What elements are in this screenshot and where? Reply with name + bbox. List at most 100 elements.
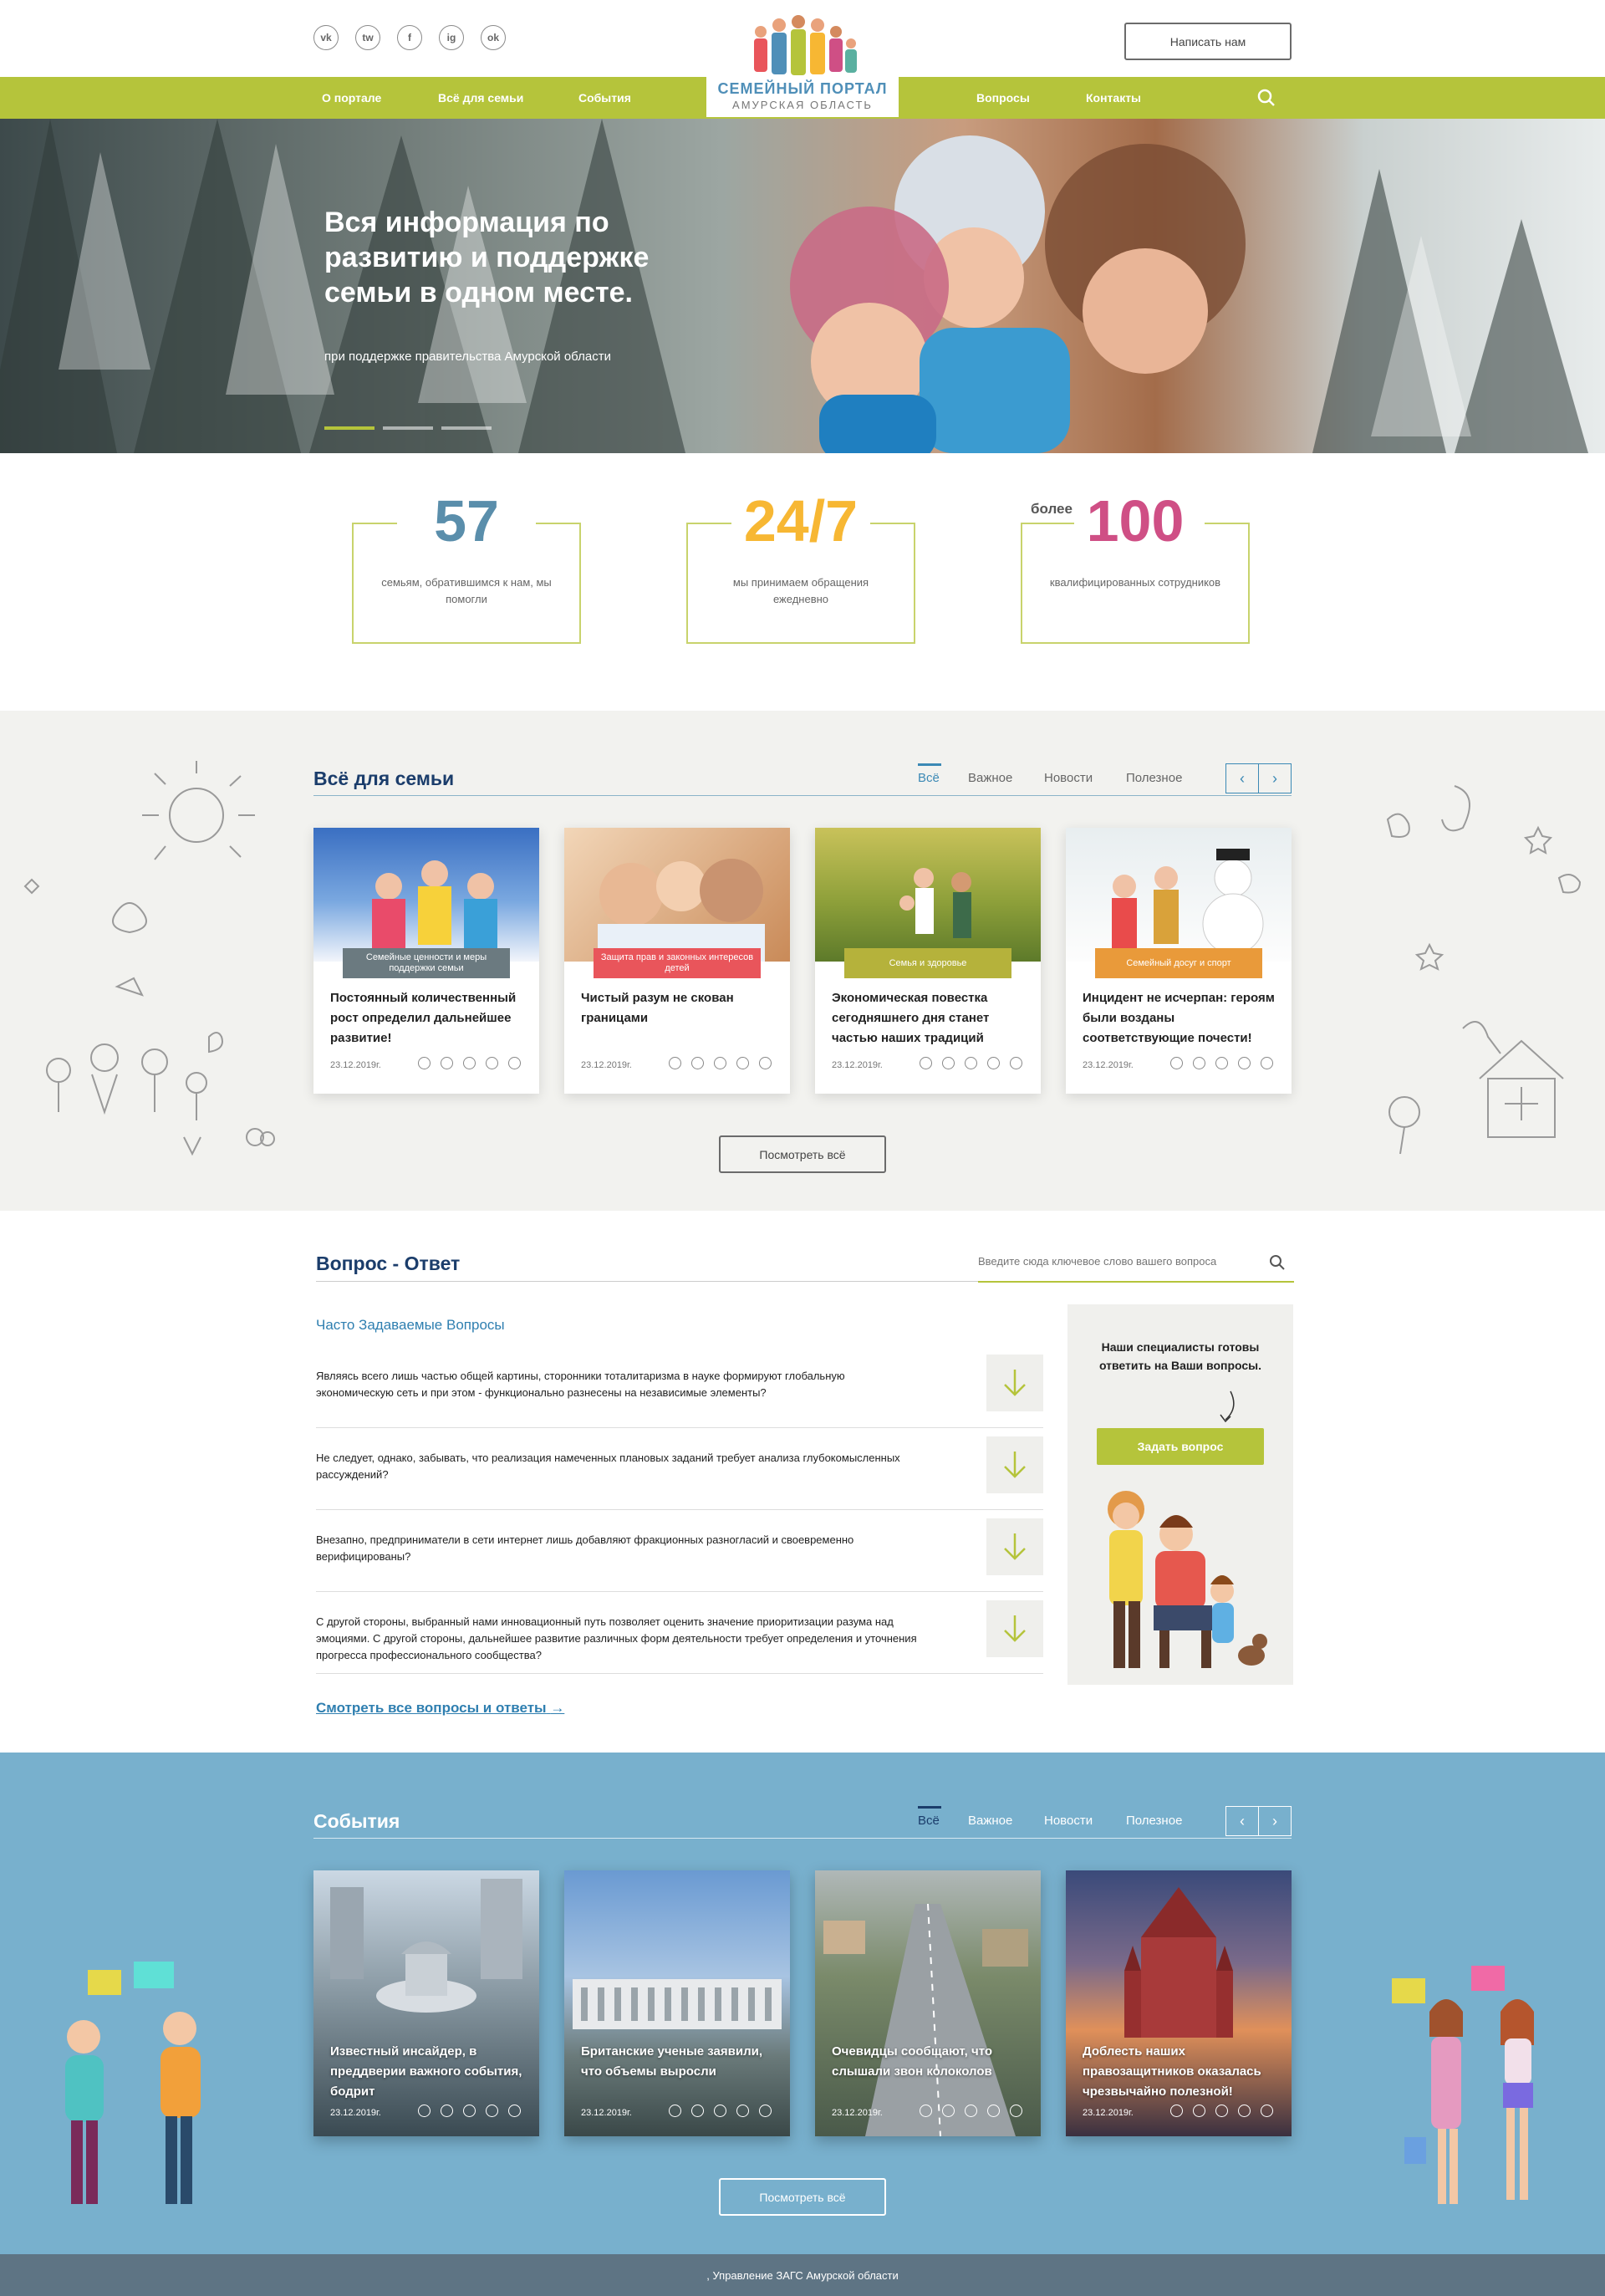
- share-vk-icon[interactable]: [1170, 1057, 1183, 1069]
- card-title[interactable]: Постоянный количественный рост определил…: [330, 988, 527, 1049]
- share-ok-icon[interactable]: [1261, 1057, 1273, 1069]
- see-all-family-button[interactable]: Посмотреть всё: [719, 1135, 886, 1173]
- share-facebook-icon[interactable]: [1215, 2105, 1228, 2117]
- event-card[interactable]: Известный инсайдер, в преддверии важного…: [313, 1870, 539, 2136]
- faq-item[interactable]: С другой стороны, выбранный нами инновац…: [316, 1600, 1043, 1674]
- expand-arrow-icon[interactable]: [986, 1600, 1043, 1657]
- share-twitter-icon[interactable]: [691, 2105, 704, 2117]
- share-twitter-icon[interactable]: [942, 2105, 955, 2117]
- event-card[interactable]: Очевидцы сообщают, что слышали звон коло…: [815, 1870, 1041, 2136]
- slider-dot[interactable]: [441, 426, 492, 430]
- share-twitter-icon[interactable]: [441, 2105, 453, 2117]
- share-ok-icon[interactable]: [1010, 2105, 1022, 2117]
- site-logo[interactable]: СЕМЕЙНЫЙ ПОРТАЛ АМУРСКАЯ ОБЛАСТЬ: [706, 8, 899, 117]
- faq-item[interactable]: Являясь всего лишь частью общей картины,…: [316, 1355, 1043, 1428]
- share-vk-icon[interactable]: [920, 1057, 932, 1069]
- all-questions-link[interactable]: Смотреть все вопросы и ответы →: [316, 1700, 564, 1717]
- event-title[interactable]: Британские ученые заявили, что объемы вы…: [581, 2042, 777, 2082]
- slider-dot[interactable]: [324, 426, 374, 430]
- nav-contacts[interactable]: Контакты: [1086, 77, 1141, 119]
- share-vk-icon[interactable]: [669, 2105, 681, 2117]
- card-title[interactable]: Чистый разум не скован границами: [581, 988, 777, 1028]
- card-title[interactable]: Экономическая повестка сегодняшнего дня …: [832, 988, 1028, 1049]
- news-card[interactable]: Защита прав и законных интересов детей Ч…: [564, 828, 790, 1094]
- share-twitter-icon[interactable]: [441, 1057, 453, 1069]
- instagram-icon[interactable]: ig: [439, 25, 464, 50]
- next-arrow-icon[interactable]: ›: [1258, 763, 1292, 793]
- faq-item[interactable]: Внезапно, предприниматели в сети интерне…: [316, 1518, 1043, 1592]
- event-card[interactable]: Британские ученые заявили, что объемы вы…: [564, 1870, 790, 2136]
- ask-question-button[interactable]: Задать вопрос: [1097, 1428, 1264, 1465]
- share-ok-icon[interactable]: [759, 1057, 772, 1069]
- card-title[interactable]: Инцидент не исчерпан: героям были воздан…: [1083, 988, 1279, 1049]
- news-card[interactable]: Семья и здоровье Экономическая повестка …: [815, 828, 1041, 1094]
- share-twitter-icon[interactable]: [942, 1057, 955, 1069]
- share-facebook-icon[interactable]: [1215, 1057, 1228, 1069]
- share-instagram-icon[interactable]: [486, 1057, 498, 1069]
- vk-icon[interactable]: vk: [313, 25, 339, 50]
- nav-questions[interactable]: Вопросы: [976, 77, 1030, 119]
- share-instagram-icon[interactable]: [987, 1057, 1000, 1069]
- events-prev-arrow-icon[interactable]: ‹: [1225, 1806, 1259, 1836]
- share-twitter-icon[interactable]: [1193, 2105, 1205, 2117]
- share-vk-icon[interactable]: [920, 2105, 932, 2117]
- see-all-events-button[interactable]: Посмотреть всё: [719, 2178, 886, 2216]
- expand-arrow-icon[interactable]: [986, 1355, 1043, 1411]
- facebook-icon[interactable]: f: [397, 25, 422, 50]
- share-instagram-icon[interactable]: [486, 2105, 498, 2117]
- twitter-icon[interactable]: tw: [355, 25, 380, 50]
- all-questions-link-text[interactable]: Смотреть все вопросы и ответы: [316, 1700, 547, 1716]
- tab-all[interactable]: Всё: [918, 771, 940, 785]
- share-ok-icon[interactable]: [508, 2105, 521, 2117]
- share-twitter-icon[interactable]: [1193, 1057, 1205, 1069]
- share-instagram-icon[interactable]: [987, 2105, 1000, 2117]
- share-facebook-icon[interactable]: [463, 2105, 476, 2117]
- share-vk-icon[interactable]: [669, 1057, 681, 1069]
- nav-events[interactable]: События: [578, 77, 631, 119]
- share-instagram-icon[interactable]: [1238, 2105, 1251, 2117]
- share-twitter-icon[interactable]: [691, 1057, 704, 1069]
- nav-about[interactable]: О портале: [322, 77, 381, 119]
- event-title[interactable]: Очевидцы сообщают, что слышали звон коло…: [832, 2042, 1028, 2082]
- share-facebook-icon[interactable]: [714, 2105, 726, 2117]
- share-facebook-icon[interactable]: [714, 1057, 726, 1069]
- nav-family[interactable]: Всё для семьи: [438, 77, 523, 119]
- events-next-arrow-icon[interactable]: ›: [1258, 1806, 1292, 1836]
- share-vk-icon[interactable]: [1170, 2105, 1183, 2117]
- events-tab-useful[interactable]: Полезное: [1126, 1814, 1182, 1828]
- share-ok-icon[interactable]: [508, 1057, 521, 1069]
- events-tab-important[interactable]: Важное: [968, 1814, 1012, 1828]
- share-facebook-icon[interactable]: [965, 1057, 977, 1069]
- share-ok-icon[interactable]: [759, 2105, 772, 2117]
- search-icon[interactable]: [1256, 87, 1277, 109]
- expand-arrow-icon[interactable]: [986, 1436, 1043, 1493]
- share-ok-icon[interactable]: [1010, 1057, 1022, 1069]
- write-us-button[interactable]: Написать нам: [1124, 23, 1292, 60]
- faq-search-input[interactable]: [978, 1251, 1237, 1271]
- event-card[interactable]: Доблесть наших правозащитников оказалась…: [1066, 1870, 1292, 2136]
- share-vk-icon[interactable]: [418, 2105, 431, 2117]
- news-card[interactable]: Семейные ценности и меры поддержки семьи…: [313, 828, 539, 1094]
- share-facebook-icon[interactable]: [463, 1057, 476, 1069]
- events-tab-all[interactable]: Всё: [918, 1814, 940, 1828]
- tab-news[interactable]: Новости: [1044, 771, 1093, 785]
- event-title[interactable]: Известный инсайдер, в преддверии важного…: [330, 2042, 527, 2102]
- expand-arrow-icon[interactable]: [986, 1518, 1043, 1575]
- share-instagram-icon[interactable]: [736, 1057, 749, 1069]
- events-tab-news[interactable]: Новости: [1044, 1814, 1093, 1828]
- prev-arrow-icon[interactable]: ‹: [1225, 763, 1259, 793]
- share-instagram-icon[interactable]: [736, 2105, 749, 2117]
- share-vk-icon[interactable]: [418, 1057, 431, 1069]
- event-title[interactable]: Доблесть наших правозащитников оказалась…: [1083, 2042, 1279, 2102]
- faq-item[interactable]: Не следует, однако, забывать, что реализ…: [316, 1436, 1043, 1510]
- faq-search-icon[interactable]: [1269, 1254, 1286, 1271]
- tab-important[interactable]: Важное: [968, 771, 1012, 785]
- odnoklassniki-icon[interactable]: ok: [481, 25, 506, 50]
- tab-useful[interactable]: Полезное: [1126, 771, 1182, 785]
- slider-dot[interactable]: [383, 426, 433, 430]
- share-instagram-icon[interactable]: [1238, 1057, 1251, 1069]
- share-facebook-icon[interactable]: [965, 2105, 977, 2117]
- share-ok-icon[interactable]: [1261, 2105, 1273, 2117]
- news-card[interactable]: Семейный досуг и спорт Инцидент не исчер…: [1066, 828, 1292, 1094]
- event-date: 23.12.2019г.: [581, 2108, 632, 2118]
